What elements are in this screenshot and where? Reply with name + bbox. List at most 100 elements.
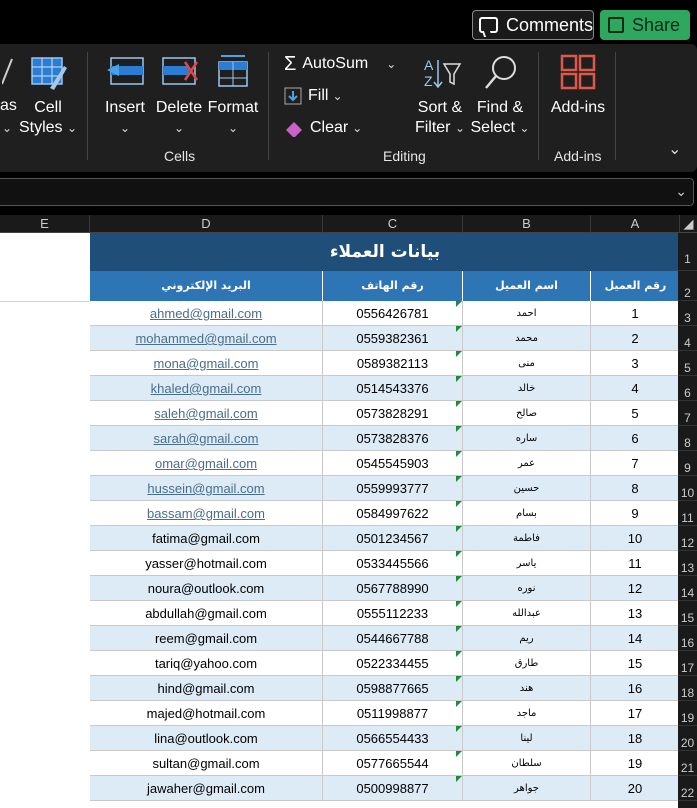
cell-email[interactable]: reem@gmail.com xyxy=(90,626,323,651)
row-header[interactable]: 8 xyxy=(678,426,697,451)
formula-input[interactable]: ⌄ xyxy=(0,178,694,206)
autosum-button[interactable]: Σ AutoSum ⌄ xyxy=(284,52,404,76)
row-header[interactable]: 16 xyxy=(678,626,697,651)
cell-id[interactable]: 19 xyxy=(591,751,680,776)
cell-name[interactable]: جواهر xyxy=(463,776,591,801)
cell-phone[interactable]: 0533445566 xyxy=(323,551,463,576)
cell-phone[interactable]: 0577665544 xyxy=(323,751,463,776)
row-header[interactable]: 15 xyxy=(678,601,697,626)
cell-phone[interactable]: 0559993777 xyxy=(323,476,463,501)
row-header[interactable]: 18 xyxy=(678,676,697,701)
number-as-text-indicator-icon[interactable] xyxy=(456,426,462,432)
number-as-text-indicator-icon[interactable] xyxy=(456,326,462,332)
cell-name[interactable]: ماجد xyxy=(463,701,591,726)
number-as-text-indicator-icon[interactable] xyxy=(456,501,462,507)
cell-phone[interactable]: 0501234567 xyxy=(323,526,463,551)
row-header[interactable]: 20 xyxy=(678,726,697,751)
cell-name[interactable]: بسام xyxy=(463,501,591,526)
row-header[interactable]: 17 xyxy=(678,651,697,676)
column-header-d[interactable]: D xyxy=(90,215,323,233)
cell-phone[interactable]: 0589382113 xyxy=(323,351,463,376)
cell-name[interactable]: محمد xyxy=(463,326,591,351)
cell-name[interactable]: عبدالله xyxy=(463,601,591,626)
cell-name[interactable]: عمر xyxy=(463,451,591,476)
row-header[interactable]: 2 xyxy=(678,271,697,301)
cell-email[interactable]: noura@outlook.com xyxy=(90,576,323,601)
chevron-down-icon[interactable]: ⌄ xyxy=(675,183,687,200)
cell-phone[interactable]: 0556426781 xyxy=(323,301,463,326)
cell-email[interactable]: hind@gmail.com xyxy=(90,676,323,701)
number-as-text-indicator-icon[interactable] xyxy=(456,401,462,407)
row-header[interactable]: 6 xyxy=(678,376,697,401)
cell-id[interactable]: 12 xyxy=(591,576,680,601)
cell-email[interactable]: mona@gmail.com xyxy=(90,351,323,376)
cell-phone[interactable]: 0545545903 xyxy=(323,451,463,476)
row-header[interactable]: 7 xyxy=(678,401,697,426)
header-email[interactable]: البريد الإلكتروني xyxy=(90,271,323,301)
cell-id[interactable]: 9 xyxy=(591,501,680,526)
cell-id[interactable]: 10 xyxy=(591,526,680,551)
row-header[interactable]: 5 xyxy=(678,351,697,376)
number-as-text-indicator-icon[interactable] xyxy=(456,651,462,657)
cell-id[interactable]: 2 xyxy=(591,326,680,351)
row-header[interactable]: 11 xyxy=(678,501,697,526)
clear-button[interactable]: Clear ⌄ xyxy=(284,116,374,140)
cell-phone[interactable]: 0514543376 xyxy=(323,376,463,401)
number-as-text-indicator-icon[interactable] xyxy=(456,476,462,482)
cell-email[interactable]: hussein@gmail.com xyxy=(90,476,323,501)
select-all-corner[interactable]: ◢ xyxy=(680,215,697,233)
cell-email[interactable]: bassam@gmail.com xyxy=(90,501,323,526)
cell-email[interactable]: fatima@gmail.com xyxy=(90,526,323,551)
cell-name[interactable]: احمد xyxy=(463,301,591,326)
cell-email[interactable]: jawaher@gmail.com xyxy=(90,776,323,801)
cell-name[interactable]: ريم xyxy=(463,626,591,651)
row-header[interactable]: 14 xyxy=(678,576,697,601)
cell-email[interactable]: ahmed@gmail.com xyxy=(90,301,323,326)
cell-styles-button[interactable]: Cell Styles ⌄ xyxy=(18,54,78,138)
cell-phone[interactable]: 0511998877 xyxy=(323,701,463,726)
number-as-text-indicator-icon[interactable] xyxy=(456,701,462,707)
cell-name[interactable]: هند xyxy=(463,676,591,701)
row-header[interactable]: 21 xyxy=(678,751,697,776)
number-as-text-indicator-icon[interactable] xyxy=(456,551,462,557)
number-as-text-indicator-icon[interactable] xyxy=(456,451,462,457)
cell-phone[interactable]: 0584997622 xyxy=(323,501,463,526)
cell-id[interactable]: 13 xyxy=(591,601,680,626)
cell-email[interactable]: sultan@gmail.com xyxy=(90,751,323,776)
cell-email[interactable]: abdullah@gmail.com xyxy=(90,601,323,626)
cell-phone[interactable]: 0566554433 xyxy=(323,726,463,751)
format-button[interactable]: Format ⌄ xyxy=(206,54,260,138)
comments-button[interactable]: Comments xyxy=(472,10,594,40)
cell-email[interactable]: mohammed@gmail.com xyxy=(90,326,323,351)
table-title[interactable]: بيانات العملاء xyxy=(90,233,680,271)
row-header[interactable]: 9 xyxy=(678,451,697,476)
cell-id[interactable]: 18 xyxy=(591,726,680,751)
cell-phone[interactable]: 0522334455 xyxy=(323,651,463,676)
cell-id[interactable]: 5 xyxy=(591,401,680,426)
cell-id[interactable]: 6 xyxy=(591,426,680,451)
header-phone[interactable]: رقم الهاتف xyxy=(323,271,463,301)
cell-phone[interactable]: 0559382361 xyxy=(323,326,463,351)
cell-phone[interactable]: 0573828376 xyxy=(323,426,463,451)
number-as-text-indicator-icon[interactable] xyxy=(456,301,462,307)
share-button[interactable]: Share xyxy=(600,10,690,40)
cell-id[interactable]: 4 xyxy=(591,376,680,401)
cell-email[interactable]: lina@outlook.com xyxy=(90,726,323,751)
number-as-text-indicator-icon[interactable] xyxy=(456,676,462,682)
cell-id[interactable]: 3 xyxy=(591,351,680,376)
cell-name[interactable]: نوره xyxy=(463,576,591,601)
row-header[interactable]: 22 xyxy=(678,776,697,801)
row-header[interactable]: 13 xyxy=(678,551,697,576)
column-header-e[interactable]: E xyxy=(0,215,90,233)
cell-name[interactable]: حسين xyxy=(463,476,591,501)
cell-id[interactable]: 8 xyxy=(591,476,680,501)
collapse-ribbon-button[interactable]: ⌄ xyxy=(668,140,681,160)
row-header[interactable]: 3 xyxy=(678,301,697,326)
cell-name[interactable]: منى xyxy=(463,351,591,376)
cell-email[interactable]: khaled@gmail.com xyxy=(90,376,323,401)
cell-phone[interactable]: 0500998877 xyxy=(323,776,463,801)
row-header[interactable]: 4 xyxy=(678,326,697,351)
cell-phone[interactable]: 0598877665 xyxy=(323,676,463,701)
partial-button-label[interactable]: as xyxy=(0,96,20,116)
cell-name[interactable]: خالد xyxy=(463,376,591,401)
